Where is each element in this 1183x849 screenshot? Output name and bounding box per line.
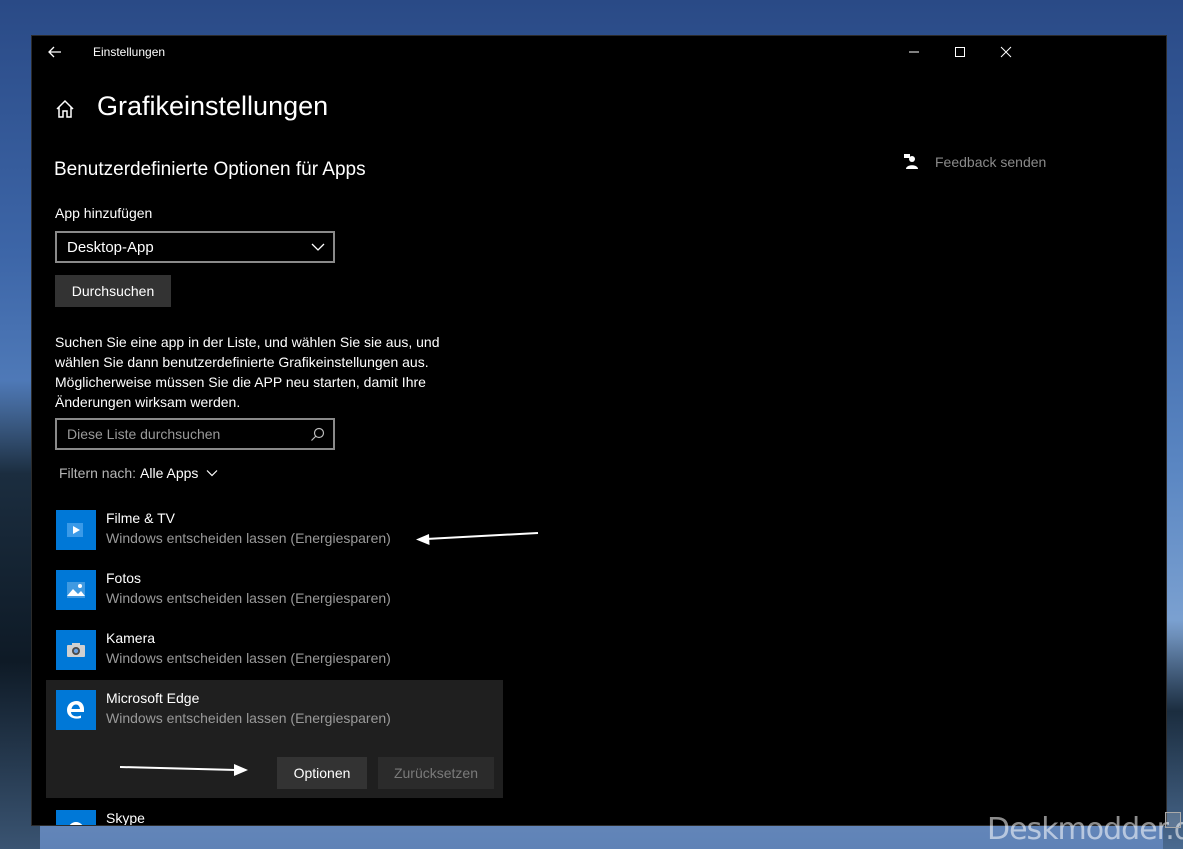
resize-grip-icon[interactable] [1165, 812, 1181, 828]
app-type-dropdown[interactable]: Desktop-App [55, 231, 335, 263]
filter-label: Filtern nach: [59, 465, 137, 481]
window-title: Einstellungen [93, 45, 166, 59]
app-name: Microsoft Edge [106, 690, 200, 706]
app-setting: Windows entscheiden lassen (Energiespare… [106, 530, 391, 546]
annotation-arrow-icon [119, 764, 248, 776]
film-tv-icon [56, 510, 96, 550]
app-list-item-microsoft-edge[interactable]: Microsoft Edge Windows entscheiden lasse… [54, 688, 514, 740]
minimize-button[interactable] [899, 42, 929, 62]
filter-value: Alle Apps [140, 465, 199, 481]
back-arrow-icon [48, 46, 61, 58]
scrollbar[interactable] [1158, 68, 1166, 825]
search-input[interactable]: Diese Liste durchsuchen [55, 418, 335, 450]
search-icon [311, 427, 325, 441]
app-name: Filme & TV [106, 510, 175, 526]
app-setting: Windows entscheiden lassen (Energiespare… [106, 590, 391, 606]
app-list-item-fotos[interactable]: Fotos Windows entscheiden lassen (Energi… [54, 568, 514, 620]
app-setting: Windows entscheiden lassen (Energiespare… [106, 710, 391, 726]
app-setting: Windows entscheiden lassen (Energiespare… [106, 650, 391, 666]
maximize-icon [955, 47, 965, 57]
camera-icon [56, 630, 96, 670]
dropdown-value: Desktop-App [67, 238, 154, 256]
app-name: Skype [106, 810, 145, 826]
feedback-icon [904, 154, 918, 169]
close-icon [1000, 46, 1012, 58]
minimize-icon [909, 51, 919, 53]
watermark-text: Deskmodder.de [987, 812, 1183, 847]
photos-icon [56, 570, 96, 610]
annotation-arrow-icon [416, 532, 539, 545]
title-bar: Einstellungen [32, 36, 1166, 68]
options-button[interactable]: Optionen [277, 757, 367, 789]
edge-icon [56, 690, 96, 730]
feedback-link[interactable]: Feedback senden [903, 152, 1046, 172]
section-title: Benutzerdefinierte Optionen für Apps [54, 159, 366, 180]
app-name: Fotos [106, 570, 142, 586]
description-text: Suchen Sie eine app in der Liste, und wä… [55, 334, 440, 410]
reset-button[interactable]: Zurücksetzen [378, 757, 494, 789]
filter-dropdown[interactable]: Filtern nach: Alle Apps [59, 465, 218, 481]
search-placeholder: Diese Liste durchsuchen [67, 426, 221, 442]
chevron-down-icon [206, 470, 218, 477]
app-list-item-kamera[interactable]: Kamera Windows entscheiden lassen (Energ… [54, 628, 514, 680]
chevron-down-icon [311, 243, 325, 251]
app-list-item-skype[interactable]: S Skype [54, 808, 514, 826]
add-app-label: App hinzufügen [55, 205, 153, 221]
app-name: Kamera [106, 630, 156, 646]
maximize-button[interactable] [945, 42, 975, 62]
settings-window: Einstellungen Grafikeinstellungen Feedba… [31, 35, 1167, 826]
svg-text:S: S [72, 825, 79, 826]
browse-button[interactable]: Durchsuchen [55, 275, 171, 307]
back-button[interactable] [44, 42, 66, 62]
skype-icon: S [56, 810, 96, 826]
feedback-label: Feedback senden [935, 154, 1047, 170]
close-button[interactable] [991, 42, 1021, 62]
home-button[interactable] [54, 98, 76, 120]
page-title: Grafikeinstellungen [97, 91, 329, 121]
home-icon [56, 99, 74, 118]
